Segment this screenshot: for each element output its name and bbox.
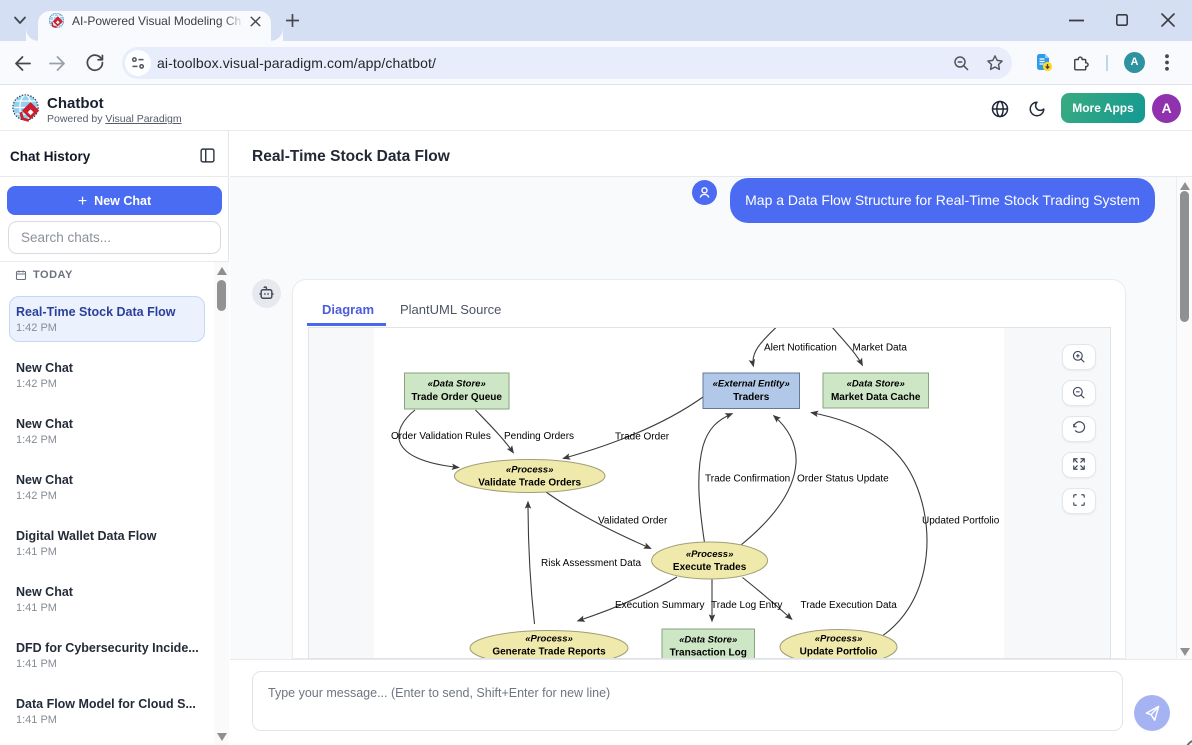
- svg-text:Traders: Traders: [733, 392, 770, 403]
- svg-text:«Process»: «Process»: [686, 549, 734, 560]
- svg-text:Trade Execution Data: Trade Execution Data: [801, 600, 898, 611]
- svg-text:Order Status Update: Order Status Update: [797, 474, 889, 485]
- svg-text:Pending Orders: Pending Orders: [504, 431, 574, 442]
- svg-text:Trade Log Entry: Trade Log Entry: [711, 600, 782, 611]
- svg-text:Order Validation Rules: Order Validation Rules: [391, 431, 491, 442]
- svg-text:«Process»: «Process»: [506, 465, 554, 476]
- svg-text:Transaction Log: Transaction Log: [670, 648, 747, 659]
- svg-text:Updated Portfolio: Updated Portfolio: [922, 516, 1000, 527]
- svg-text:«Process»: «Process»: [815, 634, 863, 645]
- svg-text:Update Portfolio: Update Portfolio: [800, 647, 878, 658]
- svg-text:Trade Confirmation: Trade Confirmation: [705, 474, 790, 485]
- svg-text:«Data Store»: «Data Store»: [428, 379, 486, 390]
- svg-text:Generate Trade Reports: Generate Trade Reports: [492, 647, 606, 658]
- svg-text:Market Data: Market Data: [853, 343, 908, 354]
- svg-text:Trade Order: Trade Order: [615, 432, 670, 443]
- svg-text:Trade Order Queue: Trade Order Queue: [411, 392, 502, 403]
- svg-text:Risk Assessment Data: Risk Assessment Data: [541, 558, 641, 569]
- svg-text:Execution Summary: Execution Summary: [615, 600, 704, 611]
- svg-text:Market Data Cache: Market Data Cache: [831, 392, 921, 403]
- svg-text:Validated Order: Validated Order: [598, 516, 668, 527]
- svg-text:Execute Trades: Execute Trades: [673, 562, 747, 573]
- svg-text:«External Entity»: «External Entity»: [713, 379, 790, 390]
- svg-text:«Data Store»: «Data Store»: [847, 379, 905, 390]
- svg-text:«Process»: «Process»: [525, 634, 573, 645]
- svg-text:Alert Notification: Alert Notification: [764, 343, 837, 354]
- svg-text:«Data Store»: «Data Store»: [679, 635, 737, 646]
- svg-text:Validate Trade Orders: Validate Trade Orders: [478, 478, 581, 489]
